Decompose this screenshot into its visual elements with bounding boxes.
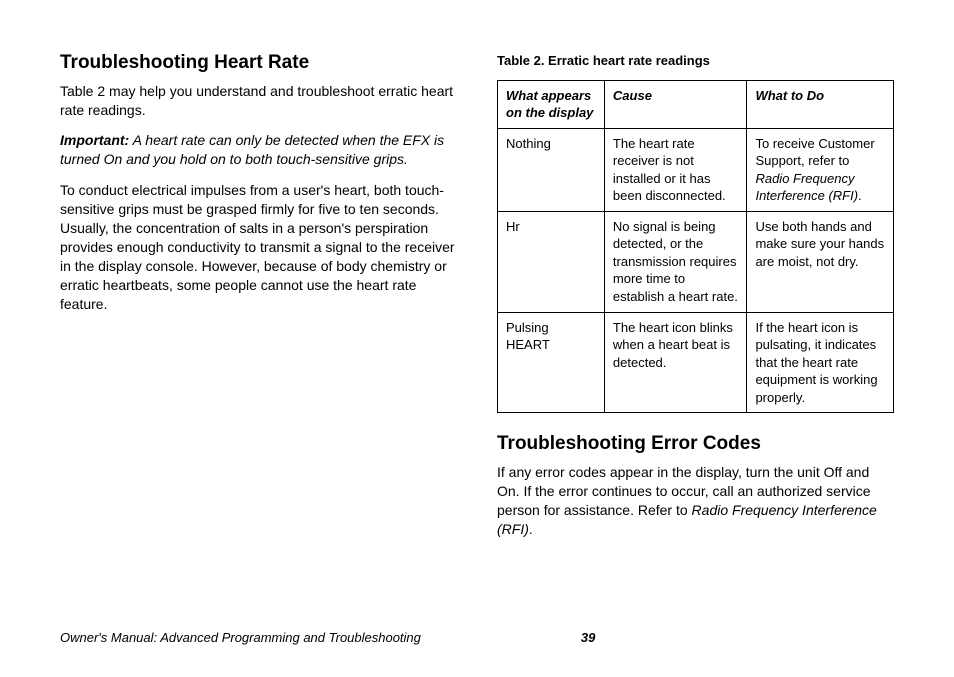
col-header-display: What appears on the display [498,80,605,128]
paragraph-intro: Table 2 may help you understand and trou… [60,82,457,120]
table-row: Hr No signal is being detected, or the t… [498,211,894,312]
paragraph-details: To conduct electrical impulses from a us… [60,181,457,313]
cell-cause: The heart icon blinks when a heart beat … [604,312,747,413]
cell-display: Nothing [498,128,605,211]
two-column-layout: Troubleshooting Heart Rate Table 2 may h… [60,50,894,609]
footer-page-number: 39 [581,629,595,647]
cell-display: Hr [498,211,605,312]
action-text: If the heart icon is pulsating, it indic… [755,320,877,405]
section-error-codes: Troubleshooting Error Codes If any error… [497,431,894,538]
cell-action: If the heart icon is pulsating, it indic… [747,312,894,413]
right-column: Table 2. Erratic heart rate readings Wha… [497,50,894,609]
action-text-post: . [858,188,862,203]
rfi-reference: Radio Frequency Interference (RFI) [755,171,858,204]
table-row: Pulsing HEART The heart icon blinks when… [498,312,894,413]
table-caption: Table 2. Erratic heart rate readings [497,52,894,70]
troubleshooting-table: What appears on the display Cause What t… [497,80,894,414]
footer-title: Owner's Manual: Advanced Programming and… [60,629,421,647]
table-header-row: What appears on the display Cause What t… [498,80,894,128]
paragraph-error-codes: If any error codes appear in the display… [497,463,894,539]
cell-action: To receive Customer Support, refer to Ra… [747,128,894,211]
col-header-cause: Cause [604,80,747,128]
col-header-action: What to Do [747,80,894,128]
heading-heart-rate: Troubleshooting Heart Rate [60,50,457,76]
page-footer: Owner's Manual: Advanced Programming and… [60,629,894,647]
important-label: Important: [60,132,129,148]
left-column: Troubleshooting Heart Rate Table 2 may h… [60,50,457,609]
cell-display: Pulsing HEART [498,312,605,413]
paragraph-important: Important: A heart rate can only be dete… [60,131,457,169]
action-text: Use both hands and make sure your hands … [755,219,884,269]
heading-error-codes: Troubleshooting Error Codes [497,431,894,457]
document-page: Troubleshooting Heart Rate Table 2 may h… [0,0,954,677]
cell-cause: No signal is being detected, or the tran… [604,211,747,312]
table-row: Nothing The heart rate receiver is not i… [498,128,894,211]
action-text: To receive Customer Support, refer to [755,136,874,169]
cell-action: Use both hands and make sure your hands … [747,211,894,312]
cell-cause: The heart rate receiver is not installed… [604,128,747,211]
error-text-post: . [529,521,533,537]
